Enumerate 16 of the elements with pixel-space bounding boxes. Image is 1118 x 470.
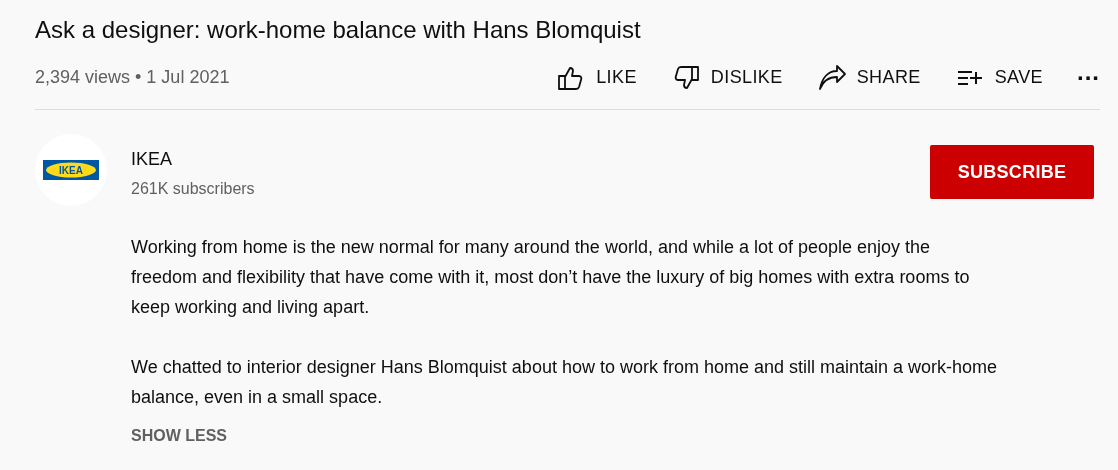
subscribe-button[interactable]: SUBSCRIBE — [930, 145, 1094, 199]
channel-avatar[interactable]: IKEA — [35, 134, 107, 206]
more-button[interactable]: ... — [1077, 66, 1100, 89]
subscriber-count: 261K subscribers — [131, 179, 255, 199]
share-arrow-icon — [816, 63, 847, 92]
description-paragraph: Working from home is the new normal for many around the world, and while a lot of people enjoy the freedom and flexibility that have come with it, most don’t have the luxury of big homes with extra rooms to keep working and living apart. — [131, 236, 971, 319]
show-less-link[interactable]: SHOW LESS — [131, 424, 227, 448]
ikea-logo: IKEA — [43, 160, 99, 180]
dislike-button[interactable]: DISLIKE — [670, 63, 783, 92]
share-button[interactable]: SHARE — [816, 63, 921, 92]
like-button[interactable]: LIKE — [556, 63, 637, 92]
save-button[interactable]: SAVE — [954, 63, 1043, 92]
channel-name[interactable]: IKEA — [131, 146, 173, 173]
video-stats: 2,394 views • 1 Jul 2021 — [35, 66, 230, 89]
video-title: Ask a designer: work-home balance with Hans Blomquist — [35, 15, 642, 45]
description-paragraph: We chatted to interior designer Hans Blomquist about how to work from home and still maintain a work-home balance, even in a small space. — [131, 356, 999, 409]
